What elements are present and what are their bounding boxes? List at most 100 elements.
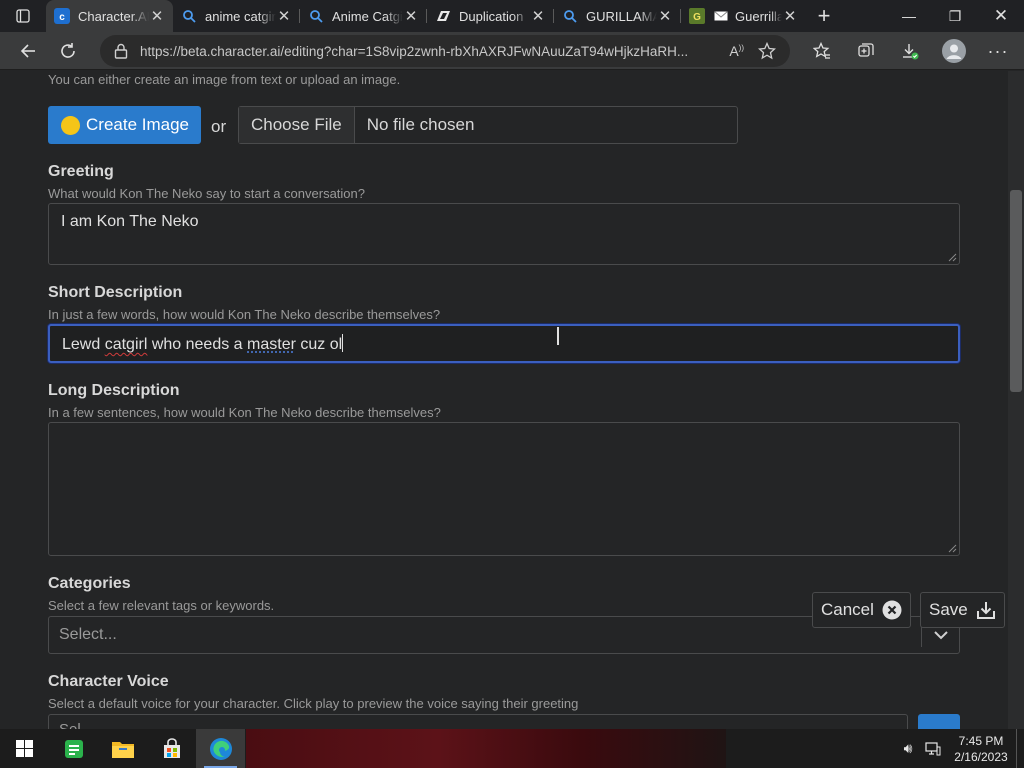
taskbar-app-file-explorer[interactable]	[98, 729, 147, 768]
lock-icon[interactable]	[114, 43, 128, 59]
mail-icon	[713, 8, 729, 24]
duplication-icon	[435, 8, 451, 24]
voice-help: Select a default voice for your characte…	[48, 696, 579, 711]
choose-file-button[interactable]: Choose File	[239, 107, 355, 143]
create-image-button[interactable]: Create Image	[48, 106, 201, 144]
resize-handle-icon[interactable]	[948, 253, 957, 262]
tab-title: Character.AI	[78, 8, 149, 24]
misspelled-word[interactable]: catgirl	[105, 336, 148, 353]
desktop-wallpaper-strip	[246, 729, 726, 768]
close-tab-icon[interactable]: ✕	[530, 7, 546, 25]
download-icon	[903, 44, 919, 60]
voice-value: Sel...	[59, 721, 93, 729]
greeting-help: What would Kon The Neko say to start a c…	[48, 186, 365, 201]
show-desktop-button[interactable]	[1016, 729, 1024, 768]
settings-more-button[interactable]: ···	[976, 32, 1020, 70]
grammar-flagged-word[interactable]: master	[247, 336, 296, 353]
favorites-icon	[813, 42, 830, 59]
downloads-button[interactable]	[888, 32, 932, 70]
refresh-button[interactable]	[48, 32, 88, 70]
volume-icon[interactable]: 🔊︎	[896, 740, 920, 757]
save-label: Save	[929, 600, 968, 619]
more-icon: ···	[987, 40, 1009, 61]
clock-time: 7:45 PM	[958, 733, 1004, 748]
tab-title: Guerrilla	[735, 8, 782, 24]
or-text: or	[211, 117, 227, 136]
text-part: who needs a	[147, 336, 248, 353]
categories-label: Categories	[48, 575, 131, 592]
voice-play-button[interactable]	[918, 714, 960, 729]
short-description-input[interactable]: Lewd catgirl who needs a master cuz ol	[48, 324, 960, 363]
start-button[interactable]	[0, 729, 49, 768]
tab-character-ai[interactable]: c Character.AI ✕	[46, 0, 173, 32]
close-tab-icon[interactable]: ✕	[657, 7, 673, 25]
collections-button[interactable]	[844, 32, 888, 70]
tab-anime-catgirl-2[interactable]: Anime Catgirl ✕	[300, 0, 427, 32]
back-button[interactable]	[8, 32, 48, 70]
taskbar-app-edge[interactable]	[196, 729, 245, 768]
system-tray: 🔊︎ 7:45 PM 2/16/2023	[896, 729, 1024, 768]
resize-handle-icon[interactable]	[948, 544, 957, 553]
create-image-label: Create Image	[86, 115, 189, 134]
save-download-icon	[976, 600, 996, 620]
save-button[interactable]: Save	[920, 592, 1005, 628]
page-scrollbar[interactable]	[1008, 71, 1024, 729]
edge-icon	[209, 737, 232, 760]
restore-icon[interactable]: ❐	[932, 0, 978, 32]
tab-title: anime catgirl	[205, 8, 276, 24]
categories-help: Select a few relevant tags or keywords.	[48, 598, 275, 613]
address-bar-actions: A))	[729, 42, 790, 60]
close-tab-icon[interactable]: ✕	[403, 7, 419, 25]
short-description-help: In just a few words, how would Kon The N…	[48, 307, 441, 322]
minimize-icon[interactable]: —	[886, 0, 932, 32]
no-file-text: No file chosen	[366, 115, 475, 134]
tab-anime-catgirl[interactable]: anime catgirl ✕	[173, 0, 300, 32]
tab-actions-button[interactable]	[0, 0, 46, 32]
tab-gurillama[interactable]: GURILLAMA ✕	[554, 0, 681, 32]
tab-duplication[interactable]: Duplication ✕	[427, 0, 554, 32]
svg-text:c: c	[59, 12, 65, 23]
tab-guerrilla[interactable]: G Guerrilla ✕	[681, 0, 806, 32]
guerrilla-icon: G	[689, 8, 705, 24]
new-tab-button[interactable]: +	[806, 3, 842, 29]
address-bar[interactable]: https://beta.character.ai/editing?char=1…	[100, 35, 790, 67]
taskbar-app-sheets[interactable]	[49, 729, 98, 768]
windows-taskbar: 🔊︎ 7:45 PM 2/16/2023	[0, 729, 1024, 768]
greeting-label: Greeting	[48, 163, 114, 180]
clock[interactable]: 7:45 PM 2/16/2023	[946, 733, 1016, 765]
folder-icon	[111, 741, 134, 758]
tab-actions-icon	[16, 9, 30, 23]
file-upload-input[interactable]: Choose File No file chosen	[238, 106, 738, 144]
close-circle-icon	[882, 600, 902, 620]
long-description-textarea[interactable]	[48, 422, 960, 556]
taskbar-app-store[interactable]	[147, 729, 196, 768]
back-arrow-icon	[20, 43, 35, 58]
favorites-button[interactable]	[800, 32, 844, 70]
search-icon	[181, 8, 197, 24]
palette-icon	[61, 115, 80, 135]
url-text[interactable]: https://beta.character.ai/editing?char=1…	[140, 44, 700, 59]
read-aloud-icon[interactable]: A))	[729, 43, 744, 59]
close-tab-icon[interactable]: ✕	[149, 7, 165, 25]
refresh-icon	[61, 42, 75, 58]
search-icon	[308, 8, 324, 24]
window-controls: — ❐ ✕	[886, 0, 1024, 32]
greeting-textarea[interactable]: I am Kon The Neko	[48, 203, 960, 265]
tab-title: Anime Catgirl	[332, 8, 403, 24]
tab-title: Duplication	[459, 8, 524, 24]
long-description-help: In a few sentences, how would Kon The Ne…	[48, 405, 441, 420]
profile-button[interactable]	[932, 32, 976, 70]
close-tab-icon[interactable]: ✕	[782, 7, 798, 25]
clock-date: 2/16/2023	[954, 749, 1008, 764]
scrollbar-thumb[interactable]	[1010, 190, 1022, 392]
search-icon	[562, 8, 578, 24]
categories-placeholder: Select...	[59, 626, 117, 643]
text-caret	[342, 334, 344, 352]
text-part: Lewd	[62, 336, 105, 353]
close-tab-icon[interactable]: ✕	[276, 7, 292, 25]
network-icon[interactable]	[920, 741, 946, 756]
add-favorite-icon[interactable]	[758, 42, 776, 60]
cancel-button[interactable]: Cancel	[812, 592, 911, 628]
close-window-icon[interactable]: ✕	[978, 0, 1024, 32]
voice-select[interactable]: Sel...	[48, 714, 908, 729]
